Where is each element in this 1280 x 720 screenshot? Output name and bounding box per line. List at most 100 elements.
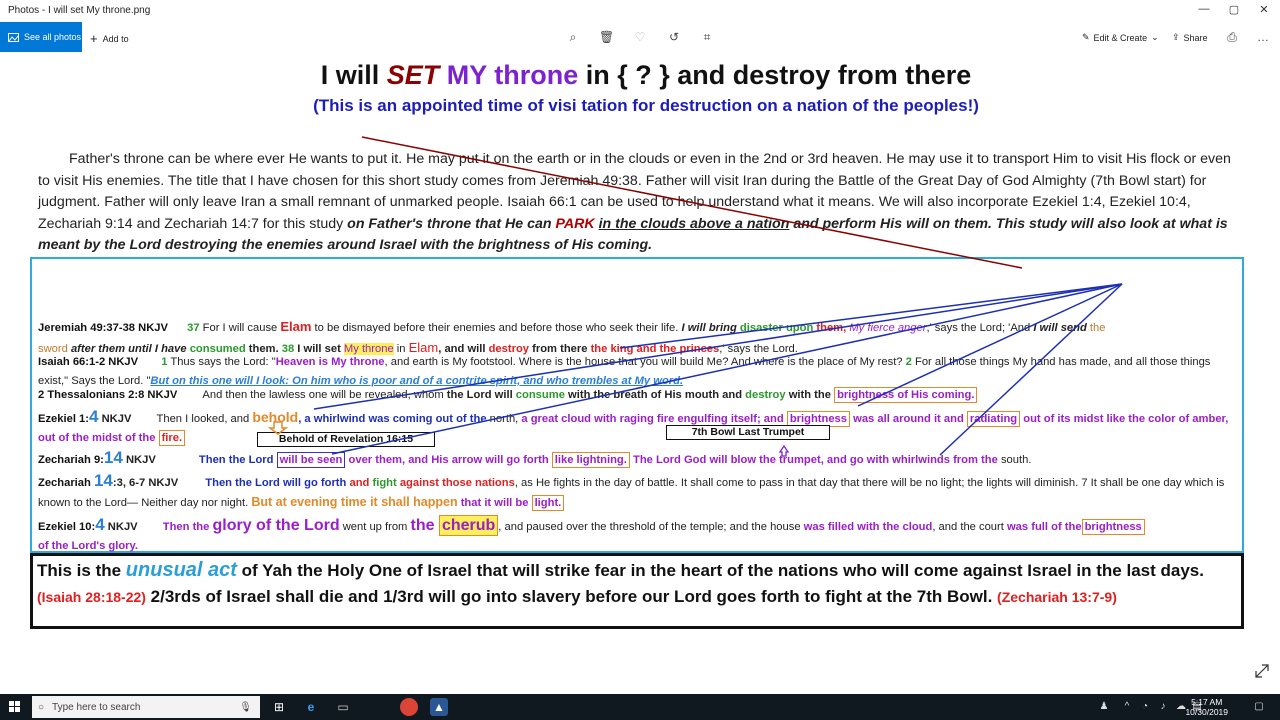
verse-text: and [346,477,373,489]
people-icon[interactable]: ♟ [1095,698,1113,716]
delete-icon[interactable]: 🗑 [599,30,614,44]
windows-start-icon[interactable] [9,701,21,713]
add-to-button[interactable]: + Add to [90,31,129,46]
verse-text: Thus says the Lord: " [167,356,276,368]
verse-text: My fierce anger [849,322,927,334]
verse-text: will go forth [282,477,347,489]
search-placeholder: Type here to search [52,701,141,713]
verse-text: NKJV [122,454,156,466]
verse-text: was full of the [1006,521,1082,533]
share-button[interactable]: ⇪ Share [1172,32,1208,43]
notification-icon[interactable]: ▢ [1250,698,1268,716]
verse-text: ,' says the Lord; 'And [926,322,1034,334]
verse-text: Then I looked, and [156,413,253,425]
will-be-seen-box: will be seen [276,452,346,468]
intro-underlined: in the clouds above a nation [598,215,790,232]
zechariah-14-verse: Zechariah 14:3, 6-7 NKJV Then the Lord w… [38,471,1238,513]
brightness-box: brightness of His coming. [834,387,978,403]
brightness-box: brightness [1081,519,1145,535]
summary-text: of Yah the Holy One of Israel that will … [236,561,1204,580]
isaiah-ref: Isaiah 66:1-2 NKJV [38,356,139,368]
share-icon: ⇪ [1172,32,1180,42]
taskbar-clock[interactable]: 5:17 AM 10/30/2019 [1185,697,1228,717]
verse-text: against those nations [396,477,515,489]
maximize-button[interactable]: ▢ [1219,3,1249,19]
verse-text: with the [785,389,835,401]
ezekiel-10-verse: Ezekiel 10:4 NKJV Then the glory of the … [38,515,1238,556]
close-button[interactable]: ✕ [1249,3,1279,19]
glory-text: glory of the Lord [212,517,340,534]
verse-text: over them, and His arrow will go forth [345,454,552,466]
verse-text: :3, 6-7 NKJV [112,477,179,489]
taskbar-search-input[interactable]: ○ Type here to search 🎙 [32,696,260,718]
verse-text: them, [813,322,850,334]
verse-text: north, [486,413,522,425]
verse-text: Heaven is My throne [275,356,385,368]
edge-icon[interactable]: e [302,698,320,716]
verse-text: a great cloud with raging fire engulfing… [521,413,787,425]
title-part2: in { ? } and destroy from there [578,60,972,90]
verse-text: that it will be [457,497,532,509]
verse-text: with the breath of His mouth and [564,389,746,401]
verse-text: the [410,517,439,534]
window-title: Photos - I will set My throne.png [8,5,151,16]
task-view-icon[interactable]: ⊞ [270,698,288,716]
chevron-down-icon: ⌄ [1151,32,1159,42]
verse-text: disaster upon [736,322,814,334]
volume-icon[interactable]: ♪ [1154,698,1172,716]
verse-text: Then the Lord [198,454,277,466]
print-icon[interactable]: ⎙ [1225,30,1239,44]
more-icon[interactable]: … [1256,30,1270,44]
see-all-photos-button[interactable]: See all photos [0,22,82,52]
title-set: SET [386,60,440,90]
behold-revelation-label: Behold of Revelation 16:15 [257,432,435,447]
verse-text: went up from [339,521,411,533]
verse-num: 4 [95,515,105,534]
radiating-box: radiating [966,411,1021,427]
fire-box: fire. [158,430,186,446]
zechariah-9-verse: Zechariah 9:14 NKJV Then the Lord will b… [38,448,1238,470]
ezekiel-ref: Ezekiel 10: [38,521,96,533]
elam-text: Elam [280,319,312,334]
microphone-icon[interactable]: 🎙 [239,702,252,713]
crop-icon[interactable]: ⌗ [700,30,714,44]
light-box: light. [531,495,565,511]
zoom-icon[interactable]: ⌕ [566,30,580,44]
title-part1: I will [320,60,387,90]
rotate-icon[interactable]: ↺ [667,30,681,44]
summary-text: 2/3rds of Israel shall die and 1/3rd wil… [145,587,998,606]
edit-create-button[interactable]: ✎ Edit & Create ⌄ [1082,32,1159,43]
add-to-label: Add to [102,33,129,44]
zechariah-ref: (Zechariah 13:7-9) [997,589,1117,605]
edit-create-label: Edit & Create [1093,32,1148,43]
title-my-throne: MY throne [439,60,579,90]
photos-app-icon[interactable]: ▲ [430,698,448,716]
behold-text: behold [252,409,299,425]
summary-text: This is the [37,561,126,580]
verse-text: , and earth is My footstool. Where is th… [384,356,906,368]
minimize-button[interactable]: — [1189,3,1219,19]
verse-num: 14 [93,471,113,490]
verse-text: NKJV [104,521,138,533]
ezekiel-1-verse: Ezekiel 1:4 NKJV Then I looked, and beho… [38,407,1238,448]
file-explorer-icon[interactable]: ▭ [334,698,352,716]
zechariah-ref: Zechariah [38,477,94,489]
search-icon: ○ [38,701,45,713]
verse-text: fight [372,477,397,489]
favorite-icon[interactable]: ♡ [633,30,647,44]
window-titlebar: Photos - I will set My throne.png — ▢ ✕ [0,0,1280,22]
cherub-box: cherub [438,515,499,536]
chrome-icon[interactable] [400,698,418,716]
lightning-box: like lightning. [551,452,630,468]
edit-icon: ✎ [1082,32,1090,42]
verse-text: consume [515,389,565,401]
chevron-up-icon[interactable]: ^ [1118,698,1136,716]
verse-text: NKJV [98,413,132,425]
verse-text: For I will cause [199,322,281,334]
verse-text: was all around it and [850,413,967,425]
page-subtitle: (This is an appointed time of visi tatio… [313,96,979,115]
thessalonians-ref: 2 Thessalonians 2:8 NKJV [38,389,178,401]
network-icon[interactable]: ◔ [1136,698,1154,716]
jeremiah-ref: Jeremiah 49:37-38 NKJV [38,322,168,334]
verse-text: south. [1000,454,1032,466]
